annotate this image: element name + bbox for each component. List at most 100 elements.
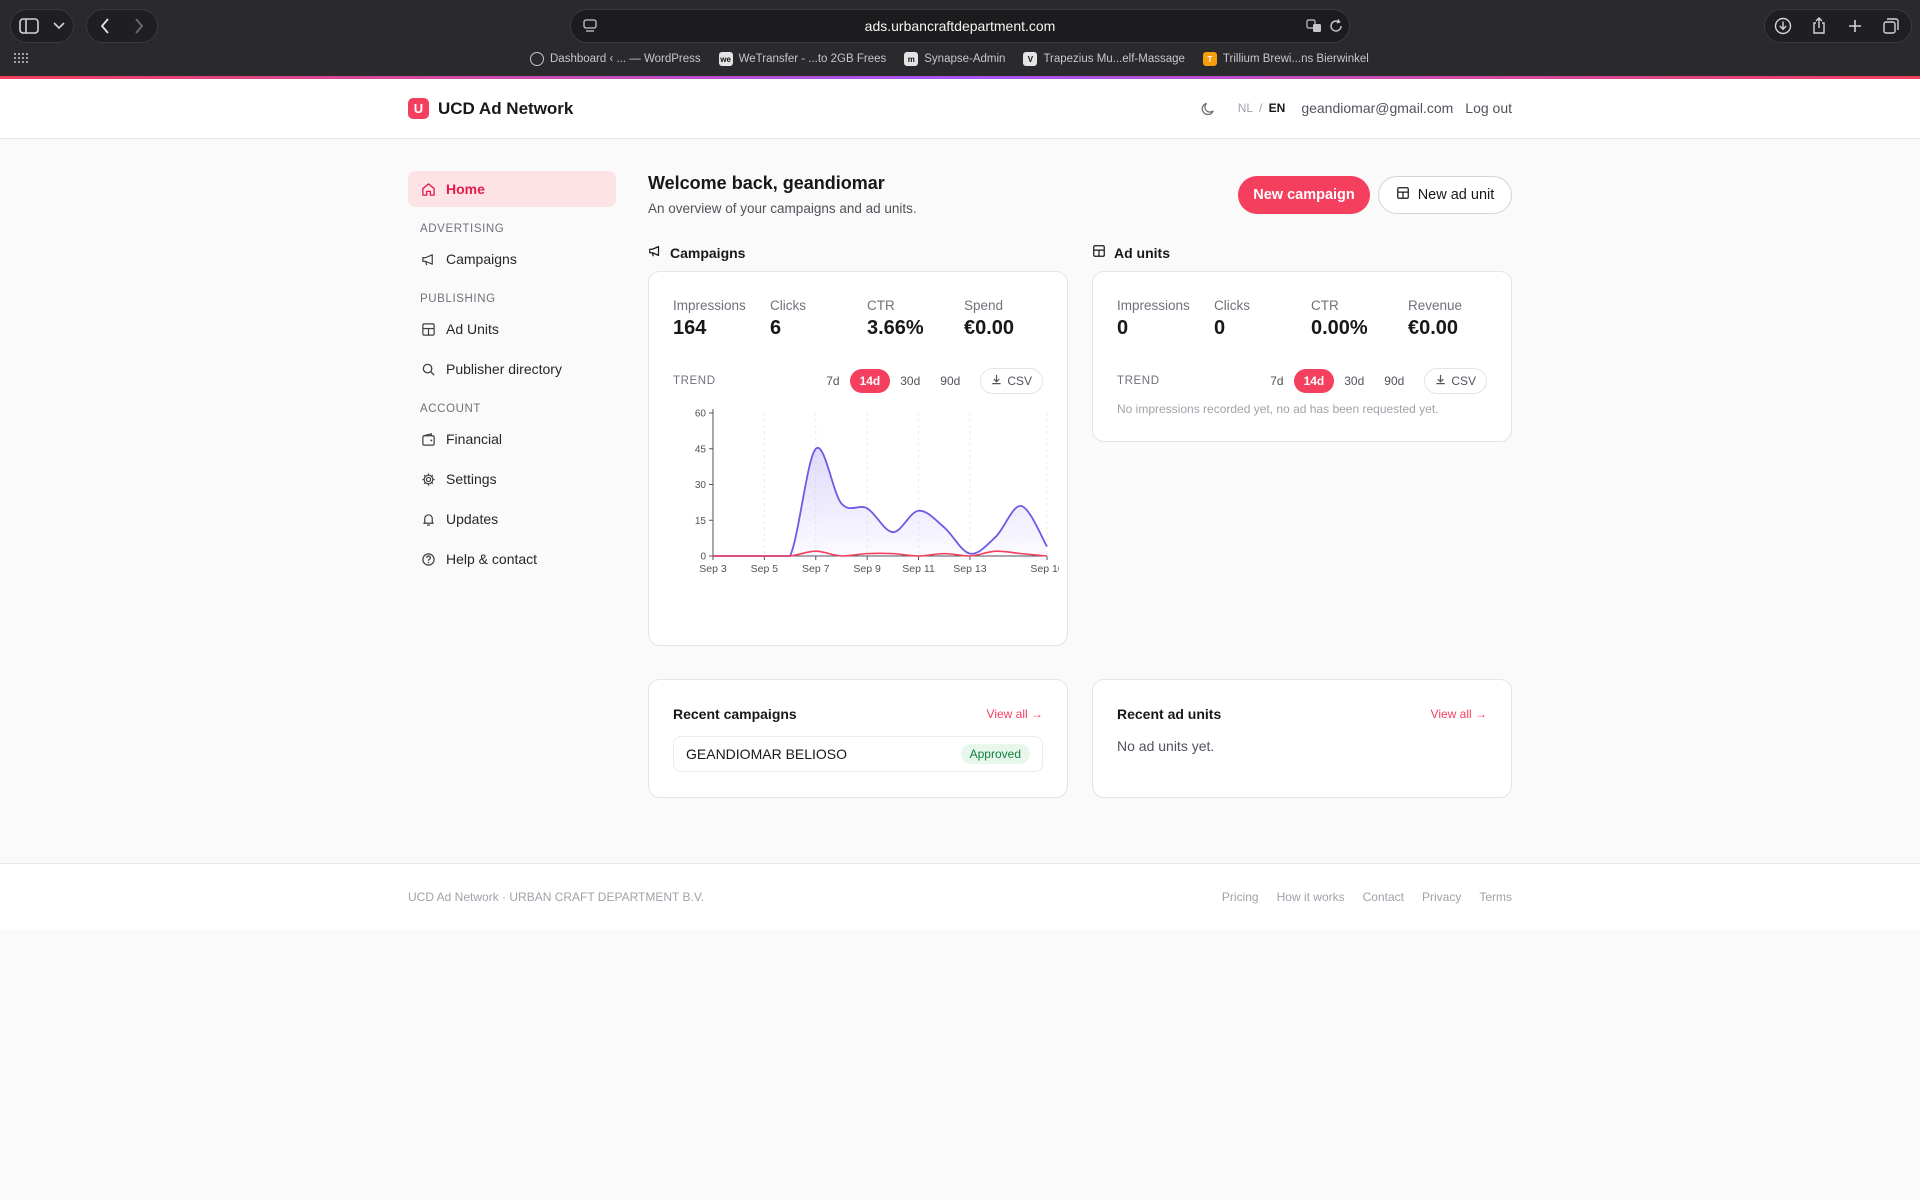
lang-nl[interactable]: NL — [1238, 101, 1253, 115]
footer-link-how-it-works[interactable]: How it works — [1277, 890, 1345, 904]
download-icon — [991, 374, 1002, 388]
gear-icon — [420, 471, 436, 487]
stat-value: 6 — [770, 317, 782, 339]
list-item[interactable]: GEANDIOMAR BELIOSO Approved — [673, 736, 1043, 772]
campaigns-card: Impressions 164 Clicks 6 CTR 3.66% Spend €0.… — [648, 271, 1068, 646]
sidebar-toggle-icon[interactable] — [18, 16, 40, 36]
bookmark-item[interactable]: m Synapse-Admin — [904, 52, 1005, 66]
sidebar-item-label: Help & contact — [446, 551, 538, 567]
tab-overview-icon[interactable] — [1880, 16, 1902, 36]
footer-link-terms[interactable]: Terms — [1479, 890, 1512, 904]
back-icon[interactable] — [94, 16, 116, 36]
view-all-campaigns-link[interactable]: View all → — [987, 707, 1043, 721]
sidebar-item-label: Ad Units — [446, 321, 499, 337]
address-bar[interactable]: ads.urbancraftdepartment.com — [570, 9, 1350, 43]
brand-logo[interactable]: U — [408, 98, 429, 119]
bookmark-item[interactable]: Dashboard ‹ ... — WordPress — [530, 52, 701, 66]
section-heading-advertising: ADVERTISING — [420, 223, 505, 235]
new-campaign-button[interactable]: New campaign — [1238, 176, 1370, 214]
sidebar-item-settings[interactable]: Settings — [408, 461, 616, 497]
sidebar-item-updates[interactable]: Updates — [408, 501, 616, 537]
dark-mode-toggle-icon[interactable] — [1200, 99, 1218, 117]
ad-units-stats: Impressions 0 Clicks 0 CTR 0.00% Revenue €0.… — [1117, 298, 1505, 340]
layout-icon — [1092, 244, 1106, 261]
forward-icon[interactable] — [128, 16, 150, 36]
y-tick-label: 30 — [695, 480, 707, 491]
ad-units-section-title: Ad units — [1092, 244, 1170, 261]
sidebar-item-help-contact[interactable]: Help & contact — [408, 541, 616, 577]
x-tick-label: Sep 3 — [699, 563, 727, 575]
sidebar-item-label: Updates — [446, 511, 499, 527]
sidebar-item-campaigns[interactable]: Campaigns — [408, 241, 616, 277]
help-circle-icon — [420, 551, 436, 567]
stat-value: 0 — [1214, 317, 1226, 339]
footer-links: Pricing How it works Contact Privacy Ter… — [1222, 890, 1512, 904]
range-90d-button[interactable]: 90d — [1374, 369, 1414, 393]
wetransfer-icon: we — [718, 52, 733, 66]
range-14d-button[interactable]: 14d — [1293, 369, 1335, 393]
sidebar-nav: Home ADVERTISING Campaigns PUBLISHING Ad… — [408, 171, 616, 581]
x-tick-label: Sep 11 — [902, 563, 935, 575]
stat-label: CTR — [867, 298, 895, 313]
range-14d-button[interactable]: 14d — [849, 369, 891, 393]
range-90d-button[interactable]: 90d — [930, 369, 970, 393]
stat-label: Impressions — [673, 298, 746, 313]
bookmark-item[interactable]: T Trillium Brewi...ns Bierwinkel — [1202, 52, 1369, 66]
csv-export-button[interactable]: CSV — [980, 368, 1043, 394]
bookmark-label: Synapse-Admin — [924, 53, 1006, 65]
new-tab-icon[interactable] — [1844, 16, 1866, 36]
sidebar-item-ad-units[interactable]: Ad Units — [408, 311, 616, 347]
new-ad-unit-button[interactable]: New ad unit — [1378, 176, 1512, 214]
sidebar-item-financial[interactable]: Financial — [408, 421, 616, 457]
y-tick-label: 0 — [700, 552, 706, 563]
range-30d-button[interactable]: 30d — [1334, 369, 1374, 393]
globe-icon — [530, 52, 544, 66]
stat-label: CTR — [1311, 298, 1339, 313]
brand-name[interactable]: UCD Ad Network — [438, 99, 573, 119]
campaigns-section-title: Campaigns — [648, 244, 745, 261]
csv-export-button[interactable]: CSV — [1424, 368, 1487, 394]
footer-link-pricing[interactable]: Pricing — [1222, 890, 1259, 904]
translate-icon[interactable] — [1305, 18, 1323, 34]
tab-group-chevron-icon[interactable] — [50, 16, 68, 36]
stat-label: Impressions — [1117, 298, 1190, 313]
footer-link-privacy[interactable]: Privacy — [1422, 890, 1461, 904]
sidebar-item-home[interactable]: Home — [408, 171, 616, 207]
home-icon — [420, 181, 436, 197]
browser-chrome: ads.urbancraftdepartment.com Dashboard ‹… — [0, 0, 1920, 76]
download-icon — [1435, 374, 1446, 388]
view-all-ad-units-link[interactable]: View all → — [1431, 707, 1487, 721]
reload-icon[interactable] — [1327, 18, 1345, 34]
footer-link-contact[interactable]: Contact — [1363, 890, 1404, 904]
empty-state-text: No ad units yet. — [1117, 738, 1215, 754]
sidebar-item-label: Financial — [446, 431, 503, 447]
stat-value: 164 — [673, 317, 707, 339]
stat-clicks: Clicks 0 — [1214, 298, 1311, 340]
range-7d-button[interactable]: 7d — [1260, 369, 1293, 393]
bookmark-item[interactable]: we WeTransfer - ...to 2GB Frees — [718, 52, 886, 66]
range-7d-button[interactable]: 7d — [816, 369, 849, 393]
bookmark-label: Dashboard ‹ ... — WordPress — [550, 53, 701, 65]
wallet-icon — [420, 431, 436, 447]
apps-grid-icon[interactable] — [12, 51, 30, 65]
bookmarks-bar: Dashboard ‹ ... — WordPress we WeTransfer … — [530, 52, 1369, 66]
page-subtitle: An overview of your campaigns and ad uni… — [648, 201, 917, 216]
url-text: ads.urbancraftdepartment.com — [864, 18, 1056, 34]
trend-controls: TREND 7d 14d 30d 90d CSV — [1117, 368, 1487, 394]
search-icon — [420, 361, 436, 377]
logout-link[interactable]: Log out — [1465, 100, 1512, 116]
stat-spend: Spend €0.00 — [964, 298, 1061, 340]
range-30d-button[interactable]: 30d — [890, 369, 930, 393]
trend-label: TREND — [673, 375, 716, 387]
lang-en[interactable]: EN — [1269, 101, 1286, 115]
bookmark-item[interactable]: V Trapezius Mu...elf-Massage — [1023, 52, 1185, 66]
y-tick-label: 45 — [695, 444, 707, 455]
stat-value: 3.66% — [867, 317, 924, 339]
megaphone-icon — [648, 244, 662, 261]
sidebar-item-publisher-directory[interactable]: Publisher directory — [408, 351, 616, 387]
stat-clicks: Clicks 6 — [770, 298, 867, 340]
x-tick-label: Sep 5 — [751, 563, 779, 575]
downloads-icon[interactable] — [1772, 16, 1794, 36]
x-tick-label: Sep 9 — [853, 563, 881, 575]
share-icon[interactable] — [1808, 16, 1830, 36]
